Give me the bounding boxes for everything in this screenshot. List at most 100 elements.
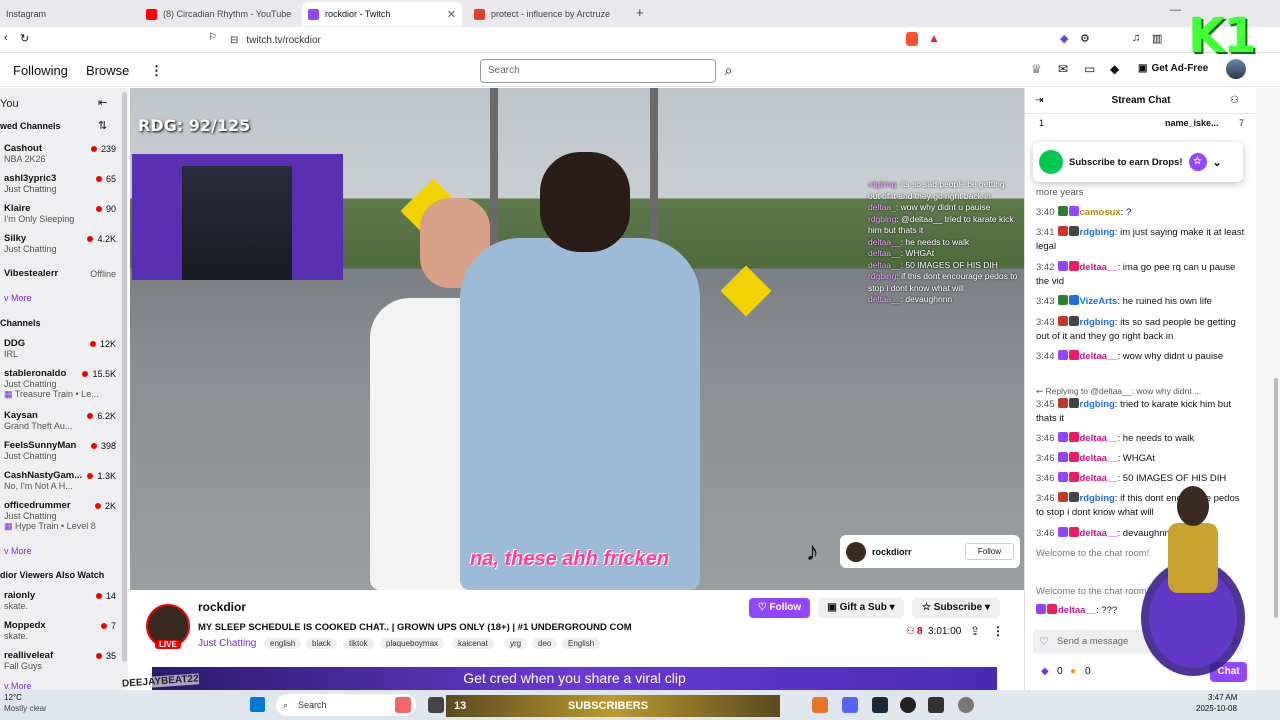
sidebar-item-silky[interactable]: Silky Just Chatting 4.2K	[4, 233, 116, 254]
search-input[interactable]: Search	[480, 59, 716, 83]
sidebar-item-raionly[interactable]: raionly skate. 14	[4, 590, 116, 611]
sidebar-item-ddg[interactable]: DDG IRL 12K	[4, 338, 116, 359]
sidebar-item-officedrummer[interactable]: officedrummer Just Chatting ▦ Hype Train…	[4, 500, 116, 532]
show-more-also-watch[interactable]: v More	[4, 681, 32, 690]
share-icon[interactable]: ⇪	[970, 624, 980, 638]
settings-icon[interactable]	[958, 697, 974, 713]
tag-plaqueboymax[interactable]: plaqueboymax	[380, 638, 445, 649]
sidebar-scrollbar[interactable]	[122, 92, 127, 662]
sidebar-item-vibestealerr[interactable]: Vibestealerr Offline	[4, 268, 116, 279]
tab-instagram[interactable]: Instagram	[0, 2, 130, 26]
tag-black[interactable]: black	[306, 638, 337, 649]
clock-time[interactable]: 3:47 AM	[1208, 693, 1237, 702]
taskbar-app-icon[interactable]	[900, 697, 916, 713]
extensions-icon[interactable]: ⚙	[1080, 32, 1090, 45]
heart-icon: ♡	[757, 602, 770, 613]
channel-name[interactable]: rockdior	[198, 600, 246, 614]
sidebar-toggle-icon[interactable]: ▥	[1152, 32, 1162, 45]
tag-deo[interactable]: deo	[532, 638, 558, 649]
brave-rewards-icon[interactable]: ▲	[928, 31, 940, 45]
crown-icon[interactable]: ♕	[1031, 62, 1042, 76]
get-ad-free-button[interactable]: ▣ Get Ad-Free	[1138, 63, 1208, 74]
follow-button[interactable]: ♡ Follow	[749, 598, 810, 618]
close-tab-icon[interactable]: ✕	[447, 8, 456, 21]
live-dot-icon	[95, 206, 102, 212]
badge-icon	[1036, 604, 1046, 614]
weather-desc[interactable]: Mostly clear	[4, 704, 47, 713]
sidebar-item-cashout[interactable]: Cashout NBA 2K26 239	[4, 143, 116, 164]
tab-twitch[interactable]: rockdior - Twitch ✕	[302, 2, 462, 26]
extension-shield-icon[interactable]: ◆	[1060, 32, 1068, 45]
show-more-followed[interactable]: v More	[4, 293, 32, 303]
stream-category[interactable]: Just Chatting	[198, 638, 256, 649]
whispers-icon[interactable]: ▭	[1084, 62, 1095, 76]
taskbar-app-icon[interactable]	[428, 697, 444, 713]
live-dot-icon	[82, 371, 89, 377]
url-field[interactable]: ⊟ twitch.tv/rockdior	[230, 31, 950, 50]
tab-youtube[interactable]: (8) Circadian Rhythm - YouTube	[140, 2, 295, 26]
collapse-sidebar-icon[interactable]: ⇤	[98, 96, 107, 109]
sidebar-item-moppedx[interactable]: Moppedx skate. 7	[4, 620, 116, 641]
reload-icon[interactable]: ↻	[20, 32, 29, 45]
also-watch-header: dior Viewers Also Watch	[0, 570, 105, 580]
minimize-button[interactable]: —	[1170, 4, 1181, 16]
live-channels-header: Channels	[0, 318, 41, 328]
tiktok-follow-card: rockdiorr Follow	[840, 535, 1020, 568]
sidebar-item-feelssunnyman[interactable]: FeelsSunnyMan Just Chatting 398	[4, 440, 116, 461]
bits-count: 0	[1085, 666, 1091, 677]
sidebar-item-ashl3ypric3[interactable]: ashl3ypric3 Just Chatting 65	[4, 173, 116, 194]
tag-yrg[interactable]: yrg	[504, 638, 528, 649]
weather-temp[interactable]: 12°C	[4, 693, 22, 702]
tag-tiktok[interactable]: tiktok	[343, 638, 374, 649]
bits-icon[interactable]: ◆	[1110, 62, 1119, 76]
hype-train-icon: ▦	[4, 521, 16, 531]
sidebar-item-stableronaldo[interactable]: stableronaldo Just Chatting ▦ Treasure T…	[4, 368, 116, 400]
windows-start-icon[interactable]	[250, 697, 265, 712]
sidebar-item-realliveleaf[interactable]: realliveleaf Fall Guys 35	[4, 650, 116, 671]
inbox-icon[interactable]: ✉	[1058, 62, 1068, 76]
tag-english-lang[interactable]: English	[562, 638, 601, 649]
sidebar-item-cashnastygaming[interactable]: CashNastyGam... No, I'm Not A H... 1.3K	[4, 470, 116, 491]
taskbar-app-icon[interactable]	[395, 697, 411, 713]
gift-sub-button[interactable]: ▣ Gift a Sub ▾	[818, 598, 904, 618]
bookmark-icon[interactable]: ⚐	[208, 32, 217, 43]
back-icon[interactable]: ‹	[4, 32, 8, 44]
taskbar-app-icon[interactable]	[812, 697, 828, 713]
chevron-down-icon[interactable]: ⌄	[1213, 156, 1222, 169]
more-options-icon[interactable]: ⋮	[992, 624, 1004, 638]
clock-date[interactable]: 2025-10-08	[1196, 704, 1237, 713]
community-icon[interactable]: ⚇	[1230, 88, 1239, 114]
search-icon[interactable]: ⌕	[716, 59, 741, 83]
gift-leader-name: name_iske...	[1165, 118, 1219, 128]
followed-channels-header: wed Channels	[0, 121, 61, 131]
page-scrollbar[interactable]	[1256, 88, 1280, 690]
collapse-chat-icon[interactable]: ⇥	[1035, 88, 1043, 114]
taskbar-app-icon[interactable]	[928, 697, 944, 713]
nav-browse[interactable]: Browse	[86, 63, 129, 78]
new-tab-button[interactable]: +	[636, 5, 644, 20]
discord-icon[interactable]	[842, 697, 858, 713]
sidebar-item-kaysan[interactable]: Kaysan Grand Theft Au... 6.2K	[4, 410, 116, 431]
clip-promo-banner[interactable]: Get cred when you share a viral clip	[152, 667, 997, 690]
sort-icon[interactable]: ⇅	[98, 119, 107, 132]
steam-icon[interactable]	[872, 697, 888, 713]
video-player[interactable]: RDG: 92/125 rdgbing: its so sad people b…	[130, 88, 1024, 590]
tag-kaicenat[interactable]: kaicenat	[452, 638, 494, 649]
bits-icon[interactable]: ●	[1070, 666, 1076, 677]
sidebar-item-klaire[interactable]: Klaire I'm Only Sleeping 90	[4, 203, 116, 224]
rdg-counter: RDG: 92/125	[138, 116, 251, 135]
tag-english[interactable]: english	[264, 638, 302, 649]
drops-banner[interactable]: Subscribe to earn Drops! ☆ ⌄	[1033, 142, 1243, 182]
badge-icon	[1047, 604, 1057, 614]
tab-protect[interactable]: protect - influence by Arctruze	[468, 2, 628, 26]
show-more-live[interactable]: v More	[4, 546, 32, 556]
site-info-icon[interactable]: ⊟	[230, 35, 238, 46]
more-menu-icon[interactable]: ⋮	[150, 63, 163, 79]
nav-following[interactable]: Following	[13, 63, 68, 78]
channel-points-icon[interactable]: ◆	[1041, 666, 1049, 677]
subscribe-button[interactable]: ☆ Subscribe ▾	[912, 598, 1000, 618]
channel-points-count: 0	[1057, 666, 1063, 677]
media-icon[interactable]: ♫	[1132, 32, 1140, 44]
scrollbar-thumb[interactable]	[1274, 378, 1278, 618]
brave-shield-icon[interactable]	[906, 32, 918, 46]
